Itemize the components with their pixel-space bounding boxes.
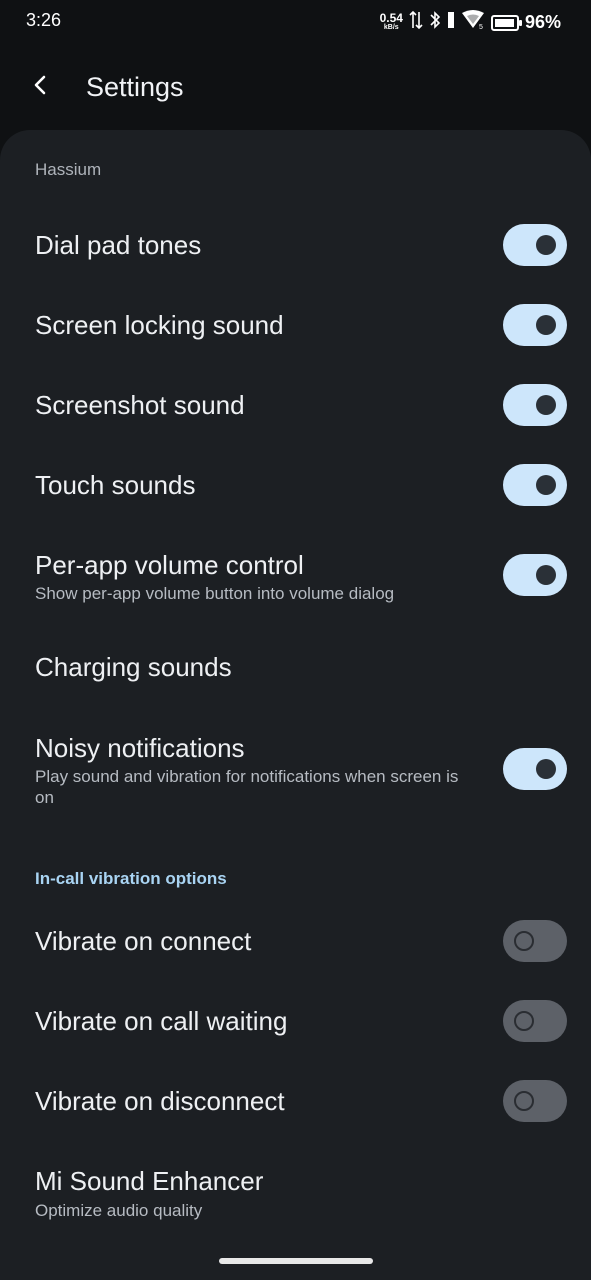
toggle-thumb bbox=[536, 565, 556, 585]
page-title: Settings bbox=[86, 72, 184, 102]
setting-title: Vibrate on connect bbox=[35, 926, 252, 956]
net-speed-indicator: 0.54 kB/s bbox=[380, 12, 403, 33]
toggle-thumb bbox=[536, 395, 556, 415]
setting-touch-sounds[interactable]: Touch sounds bbox=[0, 448, 591, 522]
touch-sounds-toggle[interactable] bbox=[503, 464, 567, 506]
vibrate-on-connect-toggle[interactable] bbox=[503, 920, 567, 962]
chevron-left-icon bbox=[31, 75, 51, 100]
setting-dial-pad-tones[interactable]: Dial pad tones bbox=[0, 208, 591, 282]
back-button[interactable] bbox=[24, 70, 58, 104]
setting-title: Touch sounds bbox=[35, 470, 196, 500]
status-time: 3:26 bbox=[26, 10, 62, 30]
toggle-thumb bbox=[536, 475, 556, 495]
setting-screenshot-sound[interactable]: Screenshot sound bbox=[0, 368, 591, 442]
setting-title: Mi Sound Enhancer bbox=[35, 1166, 264, 1196]
toggle-thumb bbox=[536, 235, 556, 255]
screen-locking-sound-toggle[interactable] bbox=[503, 304, 567, 346]
setting-title: Per-app volume control bbox=[35, 550, 304, 580]
setting-vibrate-on-call-waiting[interactable]: Vibrate on call waiting bbox=[0, 986, 591, 1060]
setting-noisy-notifications[interactable]: Noisy notifications Play sound and vibra… bbox=[0, 714, 591, 824]
vibrate-icon bbox=[447, 10, 455, 35]
battery-icon bbox=[490, 14, 522, 31]
battery-fill bbox=[494, 18, 514, 27]
setting-mi-sound-enhancer[interactable]: Mi Sound Enhancer Optimize audio quality bbox=[0, 1148, 591, 1238]
per-app-volume-control-toggle[interactable] bbox=[503, 554, 567, 596]
setting-title: Vibrate on disconnect bbox=[35, 1086, 285, 1116]
setting-screen-locking-sound[interactable]: Screen locking sound bbox=[0, 288, 591, 362]
vibrate-on-call-waiting-toggle[interactable] bbox=[503, 1000, 567, 1042]
setting-vibrate-on-connect[interactable]: Vibrate on connect bbox=[0, 906, 591, 980]
noisy-notifications-toggle[interactable] bbox=[503, 748, 567, 790]
setting-summary: Play sound and vibration for notificatio… bbox=[35, 767, 459, 807]
toggle-thumb bbox=[536, 759, 556, 779]
setting-title: Charging sounds bbox=[35, 652, 232, 682]
wifi-icon: 5 bbox=[461, 10, 485, 35]
setting-summary: Optimize audio quality bbox=[35, 1201, 203, 1220]
setting-vibrate-on-disconnect[interactable]: Vibrate on disconnect bbox=[0, 1066, 591, 1140]
gesture-nav-handle[interactable] bbox=[219, 1258, 373, 1264]
screenshot-sound-toggle[interactable] bbox=[503, 384, 567, 426]
toggle-thumb bbox=[536, 315, 556, 335]
status-bar: 3:26 0.54 kB/s 5 96% bbox=[0, 0, 591, 44]
section-header-in-call-vibration: In-call vibration options bbox=[35, 869, 227, 888]
app-bar: Settings bbox=[0, 60, 591, 120]
data-activity-icon bbox=[409, 10, 423, 35]
setting-charging-sounds[interactable]: Charging sounds bbox=[0, 632, 591, 706]
toggle-thumb bbox=[514, 1091, 534, 1111]
settings-panel[interactable]: Hassium Dial pad tones Screen locking so… bbox=[0, 130, 591, 1280]
setting-title: Screen locking sound bbox=[35, 310, 284, 340]
setting-title: Dial pad tones bbox=[35, 230, 202, 260]
section-label-hassium: Hassium bbox=[35, 160, 102, 179]
vibrate-on-disconnect-toggle[interactable] bbox=[503, 1080, 567, 1122]
setting-title: Noisy notifications bbox=[35, 733, 245, 763]
bluetooth-icon bbox=[429, 10, 441, 35]
status-icons: 0.54 kB/s 5 96% bbox=[380, 10, 561, 35]
toggle-thumb bbox=[514, 1011, 534, 1031]
setting-title: Vibrate on call waiting bbox=[35, 1006, 288, 1036]
toggle-thumb bbox=[514, 931, 534, 951]
setting-per-app-volume-control[interactable]: Per-app volume control Show per-app volu… bbox=[0, 530, 591, 622]
setting-summary: Show per-app volume button into volume d… bbox=[35, 584, 395, 603]
battery-percentage: 96% bbox=[524, 12, 561, 32]
setting-title: Screenshot sound bbox=[35, 390, 245, 420]
dial-pad-tones-toggle[interactable] bbox=[503, 224, 567, 266]
svg-text:5: 5 bbox=[479, 24, 483, 30]
